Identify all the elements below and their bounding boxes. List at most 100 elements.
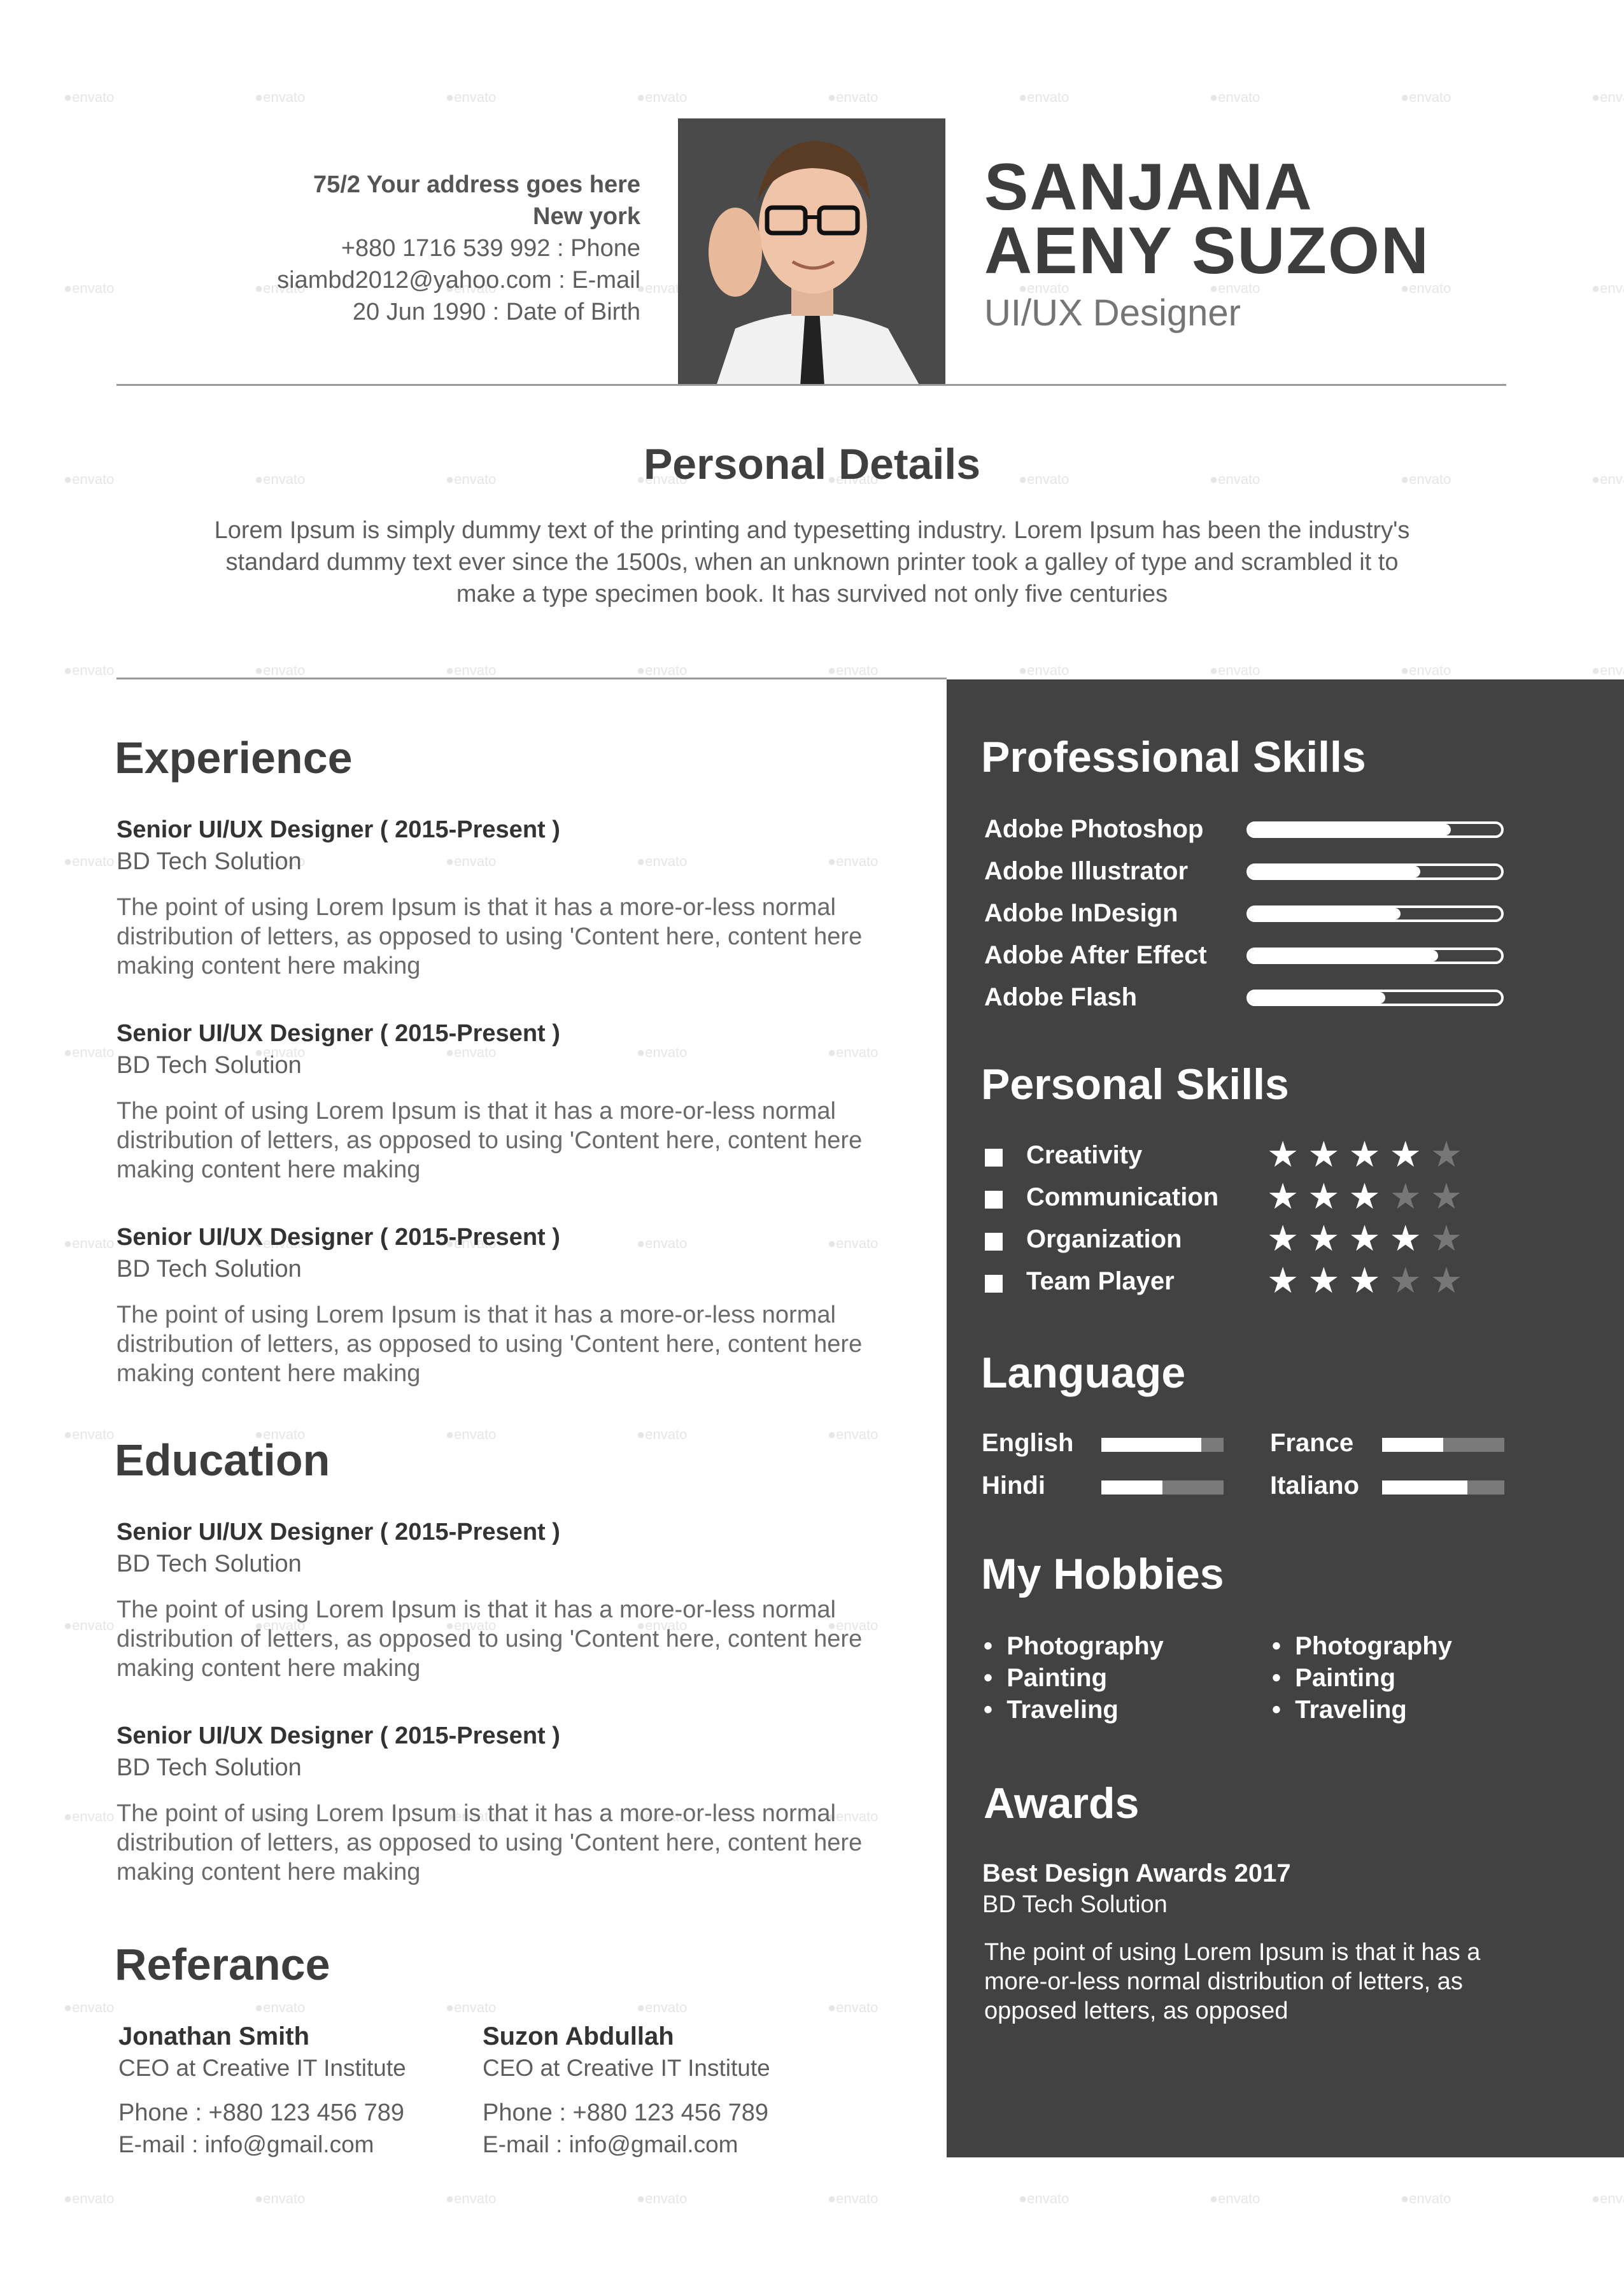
entry-description: The point of using Lorem Ipsum is that i… xyxy=(117,1596,863,1682)
star-filled-icon: ★ xyxy=(1348,1134,1390,1175)
entry-title: Senior UI/UX Designer ( 2015-Present ) xyxy=(117,1519,560,1545)
language-bar xyxy=(1382,1480,1504,1494)
personal-details-title: Personal Details xyxy=(643,440,981,488)
star-filled-icon: ★ xyxy=(1267,1134,1308,1175)
watermark-text: ●envato xyxy=(1401,662,1451,678)
skill-bar-fill xyxy=(1249,950,1438,962)
star-empty-icon: ★ xyxy=(1430,1260,1472,1302)
entry-title: Senior UI/UX Designer ( 2015-Present ) xyxy=(117,816,560,843)
skill-bar xyxy=(1246,863,1504,880)
watermark-text: ●envato xyxy=(1019,662,1070,678)
profile-photo xyxy=(678,118,945,386)
language-label: English xyxy=(982,1429,1074,1457)
entry-description: The point of using Lorem Ipsum is that i… xyxy=(117,894,863,979)
skill-bar-fill xyxy=(1249,824,1451,835)
language-label: Hindi xyxy=(982,1472,1045,1500)
language-label: Italiano xyxy=(1270,1472,1360,1500)
star-rating: ★★★★★ xyxy=(1267,1137,1471,1173)
watermark-text: ●envato xyxy=(64,1999,115,2015)
name-line-2: AENY SUZON xyxy=(984,214,1430,288)
language-bar-fill xyxy=(1101,1438,1202,1452)
personal-skill-label: Communication xyxy=(1026,1183,1219,1211)
bullet-square-icon xyxy=(985,1149,1003,1167)
watermark-text: ●envato xyxy=(828,1999,879,2015)
watermark-text: ●envato xyxy=(255,2190,306,2206)
watermark-text: ●envato xyxy=(1401,2190,1451,2206)
bullet-square-icon xyxy=(985,1233,1003,1251)
experience-title: Experience xyxy=(115,733,353,783)
star-filled-icon: ★ xyxy=(1389,1134,1430,1175)
watermark-text: ●envato xyxy=(64,1235,115,1251)
email: siambd2012@yahoo.com : E-mail xyxy=(277,267,640,294)
watermark-text: ●envato xyxy=(64,1044,115,1060)
watermark-text: ●envato xyxy=(828,2190,879,2206)
hobbies-column-1: • Photography • Painting • Traveling xyxy=(984,1630,1164,1726)
watermark-text: ●envato xyxy=(446,2190,497,2206)
entry-company: BD Tech Solution xyxy=(117,1256,302,1282)
entry-description: The point of using Lorem Ipsum is that i… xyxy=(117,1800,863,1885)
personal-skills-title: Personal Skills xyxy=(981,1060,1289,1109)
entry-description: The point of using Lorem Ipsum is that i… xyxy=(117,1302,863,1387)
entry-company: BD Tech Solution xyxy=(117,1551,302,1577)
watermark-text: ●envato xyxy=(637,1426,688,1442)
reference-phone: Phone : +880 123 456 789 xyxy=(118,2099,405,2126)
personal-details-text: Lorem Ipsum is simply dummy text of the … xyxy=(214,517,1410,607)
body-divider xyxy=(117,678,947,679)
entry-company: BD Tech Solution xyxy=(117,848,302,875)
professional-skills-title: Professional Skills xyxy=(981,733,1366,781)
skill-bar-fill xyxy=(1249,866,1421,877)
entry-title: Senior UI/UX Designer ( 2015-Present ) xyxy=(117,1722,560,1749)
personal-skill-label: Team Player xyxy=(1026,1267,1175,1295)
star-filled-icon: ★ xyxy=(1308,1176,1349,1218)
star-filled-icon: ★ xyxy=(1348,1218,1390,1260)
star-empty-icon: ★ xyxy=(1430,1134,1472,1175)
watermark-text: ●envato xyxy=(1592,662,1624,678)
watermark-text: ●envato xyxy=(446,662,497,678)
watermark-text: ●envato xyxy=(1210,89,1260,105)
reference-role: CEO at Creative IT Institute xyxy=(483,2055,770,2081)
star-filled-icon: ★ xyxy=(1348,1260,1390,1302)
skill-bar xyxy=(1246,948,1504,964)
phone: +880 1716 539 992 : Phone xyxy=(341,235,640,262)
star-rating: ★★★★★ xyxy=(1267,1179,1471,1215)
skill-bar-fill xyxy=(1249,908,1401,919)
reference-phone: Phone : +880 123 456 789 xyxy=(483,2099,769,2126)
full-name: SANJANA AENY SUZON xyxy=(984,154,1430,288)
hobby-item: • Traveling xyxy=(984,1696,1119,1724)
watermark-text: ●envato xyxy=(64,89,115,105)
skill-bar-fill xyxy=(1249,992,1385,1004)
watermark-text: ●envato xyxy=(255,1999,306,2015)
city: New york xyxy=(533,203,640,230)
portrait-image xyxy=(678,118,945,386)
star-empty-icon: ★ xyxy=(1430,1176,1472,1218)
award-name: Best Design Awards 2017 xyxy=(982,1859,1291,1887)
header-divider xyxy=(117,384,1506,386)
job-role: UI/UX Designer xyxy=(984,292,1241,334)
skill-label: Adobe After Effect xyxy=(984,941,1207,969)
skill-bar xyxy=(1246,990,1504,1006)
watermark-text: ●envato xyxy=(1019,2190,1070,2206)
address: 75/2 Your address goes here xyxy=(313,171,640,198)
reference-name: Jonathan Smith xyxy=(118,2022,310,2050)
watermark-text: ●envato xyxy=(637,2190,688,2206)
watermark-text: ●envato xyxy=(64,1617,115,1633)
reference-email: E-mail : info@gmail.com xyxy=(483,2131,738,2157)
hobby-item: • Traveling xyxy=(1272,1696,1407,1724)
watermark-text: ●envato xyxy=(64,280,115,296)
watermark-text: ●envato xyxy=(1592,280,1624,296)
watermark-text: ●envato xyxy=(1592,2190,1624,2206)
reference-role: CEO at Creative IT Institute xyxy=(118,2055,406,2081)
star-filled-icon: ★ xyxy=(1267,1176,1308,1218)
watermark-text: ●envato xyxy=(446,1999,497,2015)
star-filled-icon: ★ xyxy=(1267,1260,1308,1302)
reference-name: Suzon Abdullah xyxy=(483,2022,674,2050)
hobby-item: • Photography xyxy=(1272,1632,1452,1660)
watermark-text: ●envato xyxy=(446,1426,497,1442)
watermark-text: ●envato xyxy=(446,89,497,105)
watermark-text: ●envato xyxy=(64,662,115,678)
watermark-text: ●envato xyxy=(637,662,688,678)
skill-bar xyxy=(1246,905,1504,922)
watermark-text: ●envato xyxy=(828,1426,879,1442)
skill-bar xyxy=(1246,821,1504,838)
skill-label: Adobe Flash xyxy=(984,983,1138,1011)
